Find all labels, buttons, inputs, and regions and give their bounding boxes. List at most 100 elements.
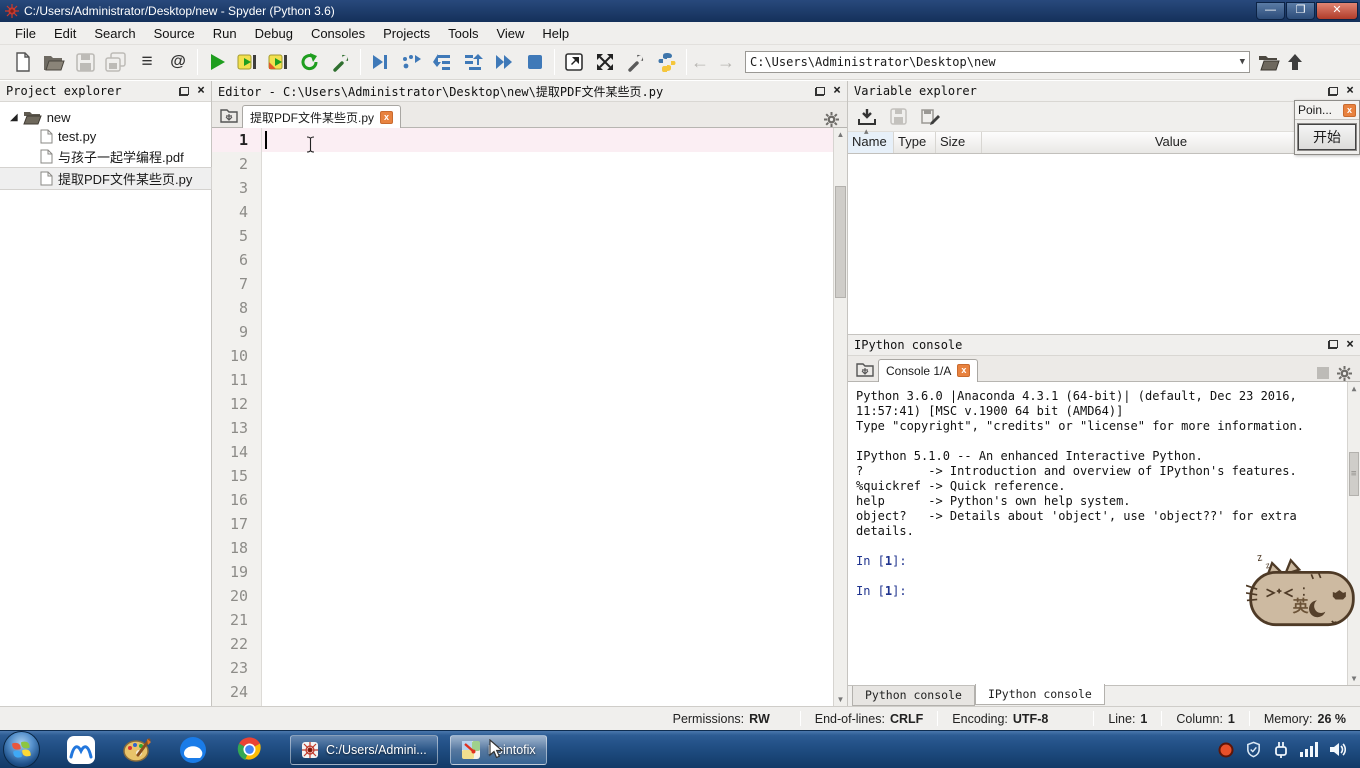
column-header[interactable]: Type	[894, 132, 936, 153]
editor-body[interactable]: 1 2 3 4 5 6 7 8 9 10 11 12 13 14 15 16 17 18 19 20 21 22 23 24 …	[212, 128, 847, 706]
python-icon[interactable]	[654, 49, 680, 75]
project-file-item[interactable]: test.py	[0, 128, 211, 145]
open-file-icon[interactable]	[41, 49, 67, 75]
expander-icon[interactable]: ◢	[10, 112, 18, 123]
find-symbols-icon[interactable]: @	[165, 49, 191, 75]
line-number: 23	[229, 659, 248, 677]
plug-icon[interactable]	[1273, 741, 1289, 758]
editor-tab[interactable]: 提取PDF文件某些页.py x	[242, 105, 402, 128]
menu-item[interactable]: Debug	[246, 24, 302, 43]
scroll-up-icon[interactable]: ▲	[834, 128, 847, 141]
pointofix-window[interactable]: Poin... x 开始	[1294, 100, 1360, 155]
console-banner-line: IPython 5.1.0 -- An enhanced Interactive…	[856, 448, 1203, 463]
step-into-icon[interactable]	[429, 49, 455, 75]
close-pane-icon[interactable]: ×	[833, 84, 841, 97]
file-switcher-icon[interactable]: ≡	[134, 49, 160, 75]
minimize-button[interactable]: —	[1256, 2, 1285, 20]
undock-icon[interactable]	[1328, 86, 1339, 96]
scroll-down-icon[interactable]: ▼	[1348, 672, 1360, 685]
step-over-icon[interactable]	[398, 49, 424, 75]
close-button[interactable]: ✕	[1316, 2, 1358, 20]
run-cell-advance-icon[interactable]	[266, 49, 292, 75]
browse-tabs-icon[interactable]	[852, 359, 878, 381]
back-icon[interactable]: ←	[687, 49, 713, 75]
options-gear-icon[interactable]	[1337, 365, 1352, 381]
menu-item[interactable]: Edit	[45, 24, 85, 43]
maximize-pane-icon[interactable]	[561, 49, 587, 75]
console-kind-tab[interactable]: IPython console	[974, 684, 1105, 705]
tab-close-icon[interactable]: x	[957, 364, 971, 378]
tim-app-icon[interactable]	[66, 735, 96, 765]
volume-icon[interactable]	[1329, 742, 1346, 757]
column-header[interactable]: Name	[848, 126, 894, 153]
working-directory-combobox[interactable]: C:\Users\Administrator\Desktop\new ▼	[745, 51, 1250, 73]
menu-item[interactable]: View	[487, 24, 533, 43]
console-output[interactable]: Python 3.6.0 |Anaconda 4.3.1 (64-bit)| (…	[848, 381, 1360, 685]
save-data-as-icon[interactable]	[921, 108, 941, 125]
browser-app-icon[interactable]	[178, 735, 208, 765]
menu-item[interactable]: Search	[85, 24, 144, 43]
menu-item[interactable]: Consoles	[302, 24, 374, 43]
scroll-up-icon[interactable]: ▲	[1348, 382, 1360, 395]
debug-stop-icon[interactable]	[522, 49, 548, 75]
console-kind-tab[interactable]: Python console	[852, 686, 975, 706]
shield-icon[interactable]	[1245, 741, 1262, 758]
run-cell-icon[interactable]	[235, 49, 261, 75]
debug-icon[interactable]	[367, 49, 393, 75]
menu-item[interactable]: Projects	[374, 24, 439, 43]
editor-scrollbar[interactable]: ▲ ▼	[833, 128, 847, 706]
close-pane-icon[interactable]: ×	[1346, 338, 1354, 351]
menu-item[interactable]: File	[6, 24, 45, 43]
pointofix-start-button[interactable]: 开始	[1298, 124, 1356, 150]
save-data-icon[interactable]	[890, 108, 907, 125]
project-file-item[interactable]: 提取PDF文件某些页.py	[0, 167, 212, 190]
scroll-down-icon[interactable]: ▼	[834, 693, 847, 706]
start-button[interactable]	[3, 731, 40, 768]
debug-continue-icon[interactable]	[491, 49, 517, 75]
menu-item[interactable]: Tools	[439, 24, 487, 43]
code-area[interactable]	[262, 128, 847, 706]
project-file-item[interactable]: 与孩子一起学编程.pdf	[0, 146, 211, 167]
import-data-icon[interactable]	[858, 108, 876, 125]
paint-app-icon[interactable]	[122, 735, 152, 765]
forward-icon[interactable]: →	[713, 49, 739, 75]
save-icon[interactable]	[72, 49, 98, 75]
save-all-icon[interactable]	[103, 49, 129, 75]
taskbar-button-spyder[interactable]: C:/Users/Admini...	[290, 734, 438, 765]
undock-icon[interactable]	[179, 86, 190, 96]
close-pane-icon[interactable]: ×	[197, 84, 205, 97]
scrollbar-thumb[interactable]	[1349, 451, 1359, 496]
undock-icon[interactable]	[815, 86, 826, 96]
tab-close-icon[interactable]: x	[380, 110, 394, 124]
run-configure-icon[interactable]	[328, 49, 354, 75]
project-root-item[interactable]: ◢ new	[0, 108, 211, 127]
menu-item[interactable]: Help	[533, 24, 578, 43]
console-scrollbar[interactable]: ▲ ▼	[1347, 381, 1360, 685]
parent-directory-icon[interactable]	[1282, 49, 1308, 75]
status-eol: End-of-lines: CRLF	[814, 711, 924, 726]
pointofix-close-icon[interactable]: x	[1343, 103, 1356, 117]
chrome-icon[interactable]	[234, 735, 264, 765]
menu-item[interactable]: Source	[145, 24, 204, 43]
open-directory-icon[interactable]	[1256, 49, 1282, 75]
preferences-icon[interactable]	[623, 49, 649, 75]
rerun-cell-icon[interactable]	[297, 49, 323, 75]
console-tab[interactable]: Console 1/A x	[878, 358, 979, 382]
combobox-caret-icon[interactable]: ▼	[1240, 57, 1245, 67]
close-pane-icon[interactable]: ×	[1346, 84, 1354, 97]
interrupt-kernel-icon[interactable]	[1317, 367, 1329, 380]
network-icon[interactable]	[1300, 742, 1318, 757]
undock-icon[interactable]	[1328, 340, 1339, 350]
fullscreen-icon[interactable]	[592, 49, 618, 75]
scrollbar-thumb[interactable]	[835, 186, 846, 298]
record-icon[interactable]	[1218, 742, 1234, 758]
browse-tabs-icon[interactable]	[216, 105, 242, 127]
step-return-icon[interactable]	[460, 49, 486, 75]
column-header[interactable]: Size	[936, 132, 982, 153]
options-gear-icon[interactable]	[824, 112, 839, 127]
run-icon[interactable]	[204, 49, 230, 75]
menu-item[interactable]: Run	[204, 24, 246, 43]
variable-table-body[interactable]	[848, 154, 1360, 334]
new-file-icon[interactable]	[10, 49, 36, 75]
maximize-button[interactable]: ❐	[1286, 2, 1315, 20]
